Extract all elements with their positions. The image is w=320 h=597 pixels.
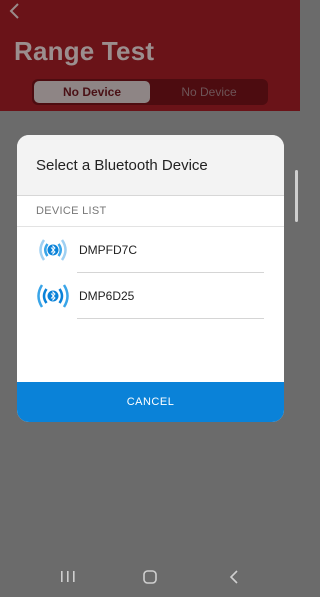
system-back-button[interactable]: [222, 567, 246, 587]
segment-device-1[interactable]: No Device: [34, 81, 150, 103]
home-button[interactable]: [138, 567, 162, 587]
device-name: DMPFD7C: [79, 243, 138, 257]
device-list-item[interactable]: DMP6D25: [17, 273, 284, 319]
device-list-item[interactable]: DMPFD7C: [17, 227, 284, 273]
dialog-header: Select a Bluetooth Device: [17, 135, 284, 196]
bluetooth-signal-icon: [39, 239, 67, 261]
page-title: Range Test: [14, 36, 155, 66]
dialog-title: Select a Bluetooth Device: [36, 157, 208, 174]
recents-button[interactable]: [56, 567, 80, 587]
divider: [77, 318, 264, 319]
scrollbar-thumb[interactable]: [295, 170, 298, 222]
chevron-left-icon: [9, 3, 19, 19]
system-nav-bar: [0, 557, 300, 597]
bluetooth-signal-icon: [37, 284, 69, 308]
recents-icon: [61, 571, 75, 582]
device-list-header: DEVICE LIST: [17, 196, 284, 227]
app-header: Range Test No Device No Device: [0, 0, 300, 111]
device-segmented-control: No Device No Device: [32, 79, 268, 105]
back-button[interactable]: [8, 2, 32, 26]
device-list-header-label: DEVICE LIST: [36, 205, 107, 217]
bluetooth-device-dialog: Select a Bluetooth Device DEVICE LIST DM…: [17, 135, 284, 422]
home-icon: [143, 570, 157, 584]
device-name: DMP6D25: [79, 289, 135, 303]
cancel-button[interactable]: CANCEL: [17, 382, 284, 422]
segment-device-2[interactable]: No Device: [152, 81, 266, 103]
back-icon: [229, 570, 238, 584]
